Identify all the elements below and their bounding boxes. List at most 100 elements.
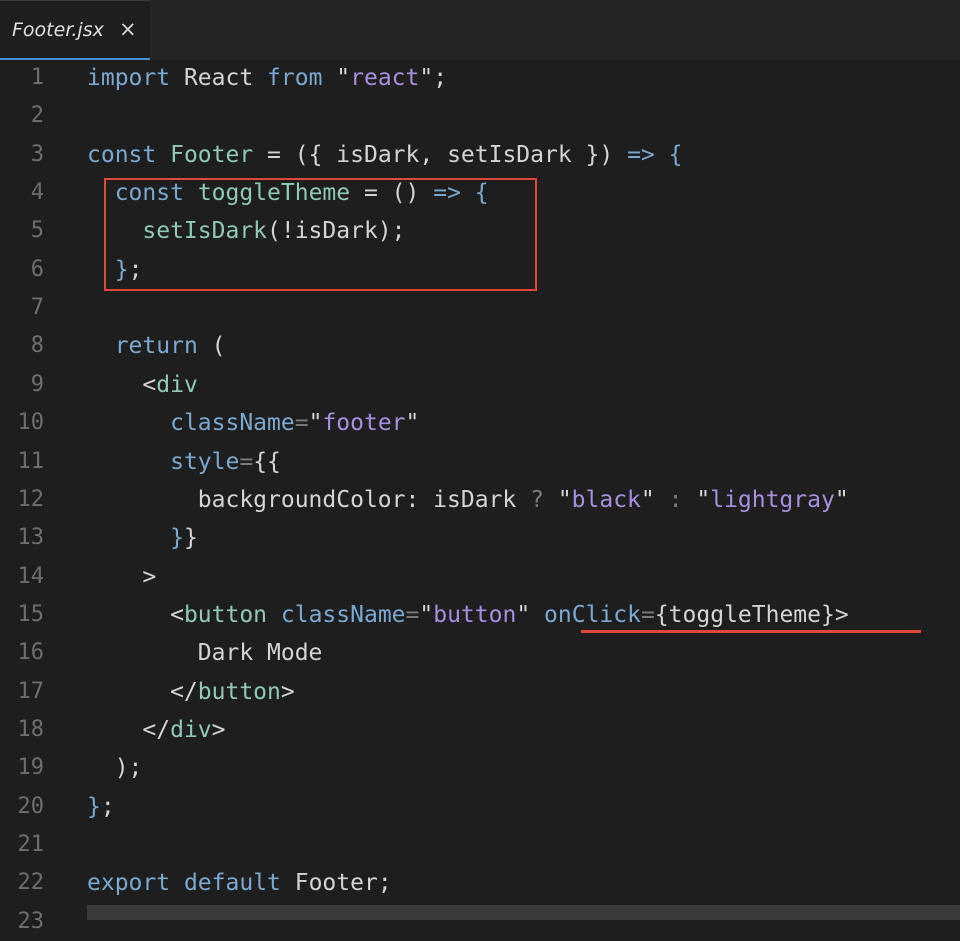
code-line[interactable]: 12 backgroundColor: isDark ? "black" : "… xyxy=(0,481,960,519)
code-token: < xyxy=(87,601,184,628)
line-number: 17 xyxy=(17,678,45,704)
code-token: ( xyxy=(197,333,226,360)
code-token: button xyxy=(433,601,517,628)
code-token: " xyxy=(640,486,669,513)
code-token: " xyxy=(419,601,434,628)
line-number: 18 xyxy=(17,716,45,742)
code-text: Dark Mode xyxy=(87,634,323,672)
code-text: </div> xyxy=(87,711,225,749)
code-token: " xyxy=(516,601,545,628)
line-number: 23 xyxy=(17,908,45,934)
code-text: }} xyxy=(87,519,198,557)
line-number: 15 xyxy=(17,601,45,627)
code-line[interactable]: 7 xyxy=(0,289,960,327)
code-line[interactable]: 2 xyxy=(0,97,960,135)
code-token: " xyxy=(308,410,323,437)
code-token: " xyxy=(322,65,351,91)
code-text: <div xyxy=(87,366,198,404)
line-number: 11 xyxy=(17,448,45,474)
code-line[interactable]: 14 > xyxy=(0,558,960,596)
tab-footer-jsx[interactable]: Footer.jsx × xyxy=(0,0,150,60)
horizontal-scrollbar[interactable] xyxy=(87,905,960,920)
code-token: </ xyxy=(87,716,171,743)
code-token: className xyxy=(280,601,406,628)
code-line[interactable]: 13 }} xyxy=(0,519,960,557)
code-text: const Footer = ({ isDark, setIsDark }) =… xyxy=(87,136,683,174)
line-number: 19 xyxy=(17,755,45,781)
highlight-underline-onclick xyxy=(581,630,921,633)
line-number: 13 xyxy=(17,525,45,551)
code-line[interactable]: 3 const Footer = ({ isDark, setIsDark }) … xyxy=(0,136,960,174)
line-number: 2 xyxy=(30,103,44,129)
code-token: "; xyxy=(419,65,448,91)
code-line[interactable]: 15 <button className="button" onClick={t… xyxy=(0,596,960,634)
code-token: ? xyxy=(530,486,544,513)
code-token: react xyxy=(350,65,420,91)
code-token: import xyxy=(87,65,171,91)
code-token: = ({ isDark, setIsDark }) xyxy=(253,141,628,168)
code-text: backgroundColor: isDark ? "black" : "lig… xyxy=(87,481,849,519)
code-token: const xyxy=(87,141,157,168)
code-text: </button> xyxy=(87,673,295,711)
code-token: = xyxy=(640,601,655,628)
code-line[interactable]: 11 style={{ xyxy=(0,443,960,481)
code-token: { xyxy=(668,141,683,168)
line-number: 22 xyxy=(17,870,45,896)
code-line[interactable]: 10 className="footer" xyxy=(0,404,960,442)
code-token: div xyxy=(156,371,198,398)
code-token: black xyxy=(571,486,641,513)
code-token: " xyxy=(682,486,711,513)
code-token: React xyxy=(170,65,268,91)
code-text: }; xyxy=(87,788,115,826)
code-token: " xyxy=(834,486,849,513)
code-line[interactable]: 19 ); xyxy=(0,749,960,787)
code-token: button xyxy=(197,678,281,705)
line-number: 14 xyxy=(17,563,45,589)
code-token: => xyxy=(627,141,655,168)
line-number: 7 xyxy=(30,295,44,321)
tab-bar: Footer.jsx × xyxy=(0,0,960,60)
code-line[interactable]: 8 return ( xyxy=(0,327,960,365)
code-token: ); xyxy=(87,755,143,782)
code-token: backgroundColor: isDark xyxy=(87,486,531,513)
code-text: <button className="button" onClick={togg… xyxy=(87,596,849,634)
code-token: div xyxy=(170,716,212,743)
code-token: footer xyxy=(322,410,406,437)
code-token: from xyxy=(267,65,323,91)
line-number: 1 xyxy=(30,65,44,90)
code-token: } xyxy=(87,793,101,820)
code-token: Footer; xyxy=(280,870,392,897)
code-text: style={{ xyxy=(87,443,281,481)
code-line[interactable]: 1 import React from "react"; xyxy=(0,59,960,97)
code-token: = xyxy=(405,601,420,628)
code-token: export xyxy=(87,870,171,897)
code-token: " xyxy=(405,410,420,437)
close-icon[interactable]: × xyxy=(119,17,137,41)
highlight-box-toggle-theme xyxy=(104,178,537,291)
code-line[interactable]: 18 </div> xyxy=(0,711,960,749)
code-line[interactable]: 20}; xyxy=(0,788,960,826)
line-number: 9 xyxy=(30,371,44,397)
line-number: 20 xyxy=(17,793,45,819)
code-token: ; xyxy=(100,793,115,820)
code-line[interactable]: 9 <div xyxy=(0,366,960,404)
code-token: onClick xyxy=(544,601,641,628)
code-text: ); xyxy=(87,749,143,787)
tab-label: Footer.jsx xyxy=(12,19,104,41)
code-token: > xyxy=(280,678,295,705)
code-line[interactable]: 16 Dark Mode xyxy=(0,634,960,672)
code-token: = xyxy=(294,410,309,437)
code-token: = xyxy=(239,448,254,475)
code-token: className xyxy=(170,410,295,437)
code-line[interactable]: 21 xyxy=(0,826,960,864)
code-token: : xyxy=(668,486,683,513)
line-number: 6 xyxy=(30,256,44,282)
code-token: {toggleTheme}> xyxy=(654,601,849,628)
code-line[interactable]: 17 </button> xyxy=(0,673,960,711)
code-line[interactable]: 22 export default Footer; xyxy=(0,864,960,902)
